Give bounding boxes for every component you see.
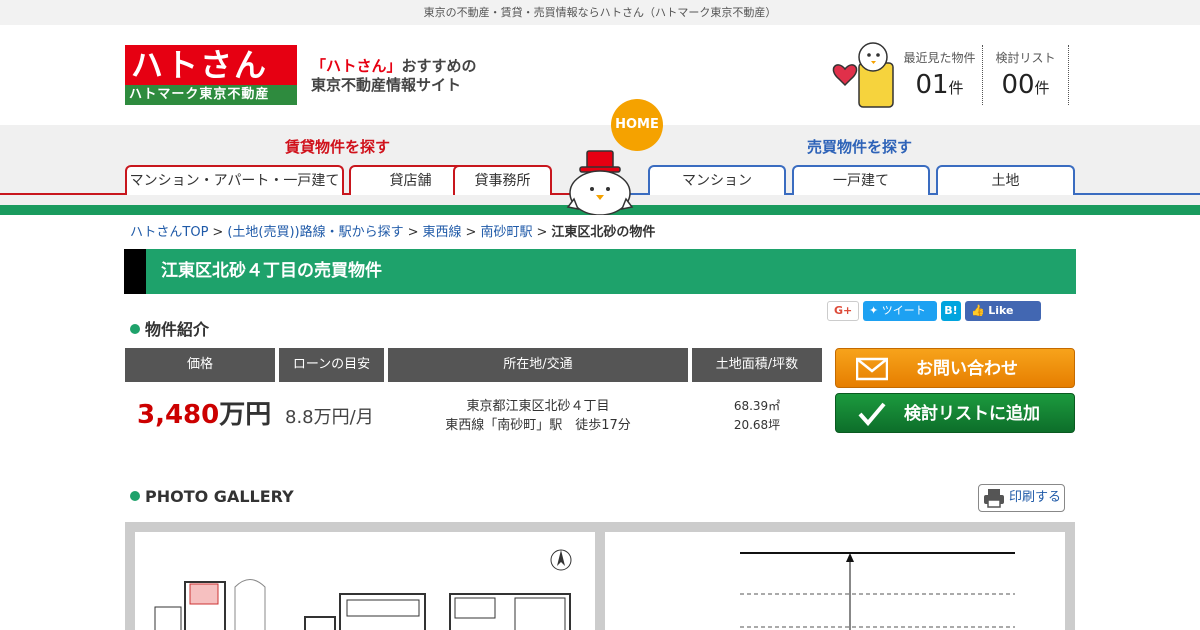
favorites-unit: 件 <box>1034 79 1050 97</box>
sale-heading: 売買物件を探す <box>807 138 913 156</box>
tweet-label: ツイート <box>881 304 926 317</box>
bullet-dot-icon <box>130 491 140 501</box>
breadcrumb-current: 江東区北砂の物件 <box>551 225 656 240</box>
rent-heading: 賃貸物件を探す <box>285 138 391 156</box>
breadcrumb-separator: > <box>212 225 224 240</box>
land-survey-image[interactable] <box>605 532 1065 630</box>
station-access: 東西線「南砂町」駅 徒歩17分 <box>445 418 631 433</box>
gallery-section-title: PHOTO GALLERY <box>130 487 294 506</box>
printer-icon <box>984 489 1004 508</box>
header-location: 所在地/交通 <box>388 348 688 382</box>
photo-gallery <box>125 522 1075 630</box>
breadcrumb-station[interactable]: 南砂町駅 <box>480 225 532 240</box>
checkmark-icon <box>858 402 886 426</box>
logo-main: ハトさん <box>125 45 297 85</box>
page-title: 江東区北砂４丁目の売買物件 <box>161 261 382 281</box>
hatena-bookmark-button[interactable]: B! <box>941 301 961 321</box>
area-m2: 68.39㎡ <box>733 399 781 413</box>
tab-rent-office[interactable]: 貸事務所 <box>453 165 552 195</box>
add-to-list-label: 検討リストに追加 <box>904 404 1040 424</box>
print-label: 印刷する <box>1009 490 1062 505</box>
recent-viewed-value: 01 <box>915 70 949 100</box>
price-number: 3,480 <box>137 400 220 430</box>
logo-sub: ハトマーク東京不動産 <box>125 85 297 105</box>
twitter-bird-icon: ✦ <box>869 304 882 317</box>
breadcrumb-separator: > <box>407 225 419 240</box>
recent-viewed-unit: 件 <box>948 79 964 97</box>
mascot-heart-icon <box>832 42 894 108</box>
add-to-list-button[interactable]: 検討リストに追加 <box>835 393 1075 433</box>
tagline-quote: 「ハトさん」 <box>311 57 402 75</box>
recent-viewed-counter[interactable]: 最近見た物件 01件 <box>897 45 983 105</box>
like-label: Like <box>988 304 1014 317</box>
breadcrumb-separator: > <box>465 225 477 240</box>
breadcrumb-top[interactable]: ハトさんTOP <box>130 225 208 240</box>
tab-sale-land[interactable]: 土地 <box>936 165 1075 195</box>
inquiry-button[interactable]: お問い合わせ <box>835 348 1075 388</box>
tab-rent-residential[interactable]: マンション・アパート・一戸建て <box>125 165 344 195</box>
tagline-line1: おすすめの <box>401 57 477 75</box>
price-unit: 万円 <box>219 400 272 430</box>
header-loan: ローンの目安 <box>279 348 384 382</box>
tagline-line2: 東京不動産情報サイト <box>311 76 462 94</box>
location-access: 東京都江東区北砂４丁目 東西線「南砂町」駅 徒歩17分 <box>388 397 688 435</box>
main-navigation: 賃貸物件を探す 売買物件を探す マンション・アパート・一戸建て 貸店舗 貸事務所… <box>0 99 1200 215</box>
home-mascot-icon[interactable] <box>562 149 638 215</box>
property-section-title: 物件紹介 <box>130 316 209 340</box>
tab-sale-mansion[interactable]: マンション <box>648 165 786 195</box>
site-logo[interactable]: ハトさん ハトマーク東京不動産 <box>125 45 297 105</box>
social-buttons: G+ ✦ ツイート B! 👍 Like 1.1K <box>827 301 1041 337</box>
loan-estimate: 8.8万円/月 <box>285 407 374 428</box>
breadcrumb-line-search[interactable]: (土地(売買))路線・駅から探す <box>227 225 403 240</box>
recent-viewed-label: 最近見た物件 <box>903 51 976 65</box>
main-content: G+ ✦ ツイート B! 👍 Like 1.1K 物件紹介 価格 ローンの目安 … <box>125 294 1075 630</box>
property-section-label: 物件紹介 <box>145 320 210 339</box>
favorites-label: 検討リスト <box>995 51 1056 65</box>
inquiry-label: お問い合わせ <box>916 359 1018 379</box>
like-count: 1.1K <box>971 324 996 337</box>
envelope-icon <box>856 357 888 381</box>
header: ハトさん ハトマーク東京不動産 「ハトさん」おすすめの 東京不動産情報サイト 最… <box>125 25 1075 125</box>
print-button[interactable]: 印刷する <box>978 484 1065 512</box>
breadcrumb-line[interactable]: 東西線 <box>423 225 462 240</box>
header-area: 土地面積/坪数 <box>692 348 822 382</box>
breadcrumb-separator: > <box>536 225 548 240</box>
breadcrumb: ハトさんTOP > (土地(売買))路線・駅から探す > 東西線 > 南砂町駅 > 江東区北砂の… <box>125 215 1075 249</box>
page-title-bar: 江東区北砂４丁目の売買物件 <box>124 249 1076 294</box>
area-tsubo: 20.68坪 <box>733 418 781 432</box>
facebook-like-button[interactable]: 👍 Like 1.1K <box>965 301 1041 337</box>
thumbs-up-icon: 👍 <box>971 304 985 317</box>
floor-plan-drawing <box>154 549 572 630</box>
tweet-button[interactable]: ✦ ツイート <box>863 301 937 321</box>
site-description: 東京の不動産・賃貸・売買情報ならハトさん（ハトマーク東京不動産） <box>0 0 1200 25</box>
tagline: 「ハトさん」おすすめの 東京不動産情報サイト <box>311 57 476 95</box>
google-plus-button[interactable]: G+ <box>827 301 859 321</box>
land-area: 68.39㎡ 20.68坪 <box>692 397 822 435</box>
favorites-counter[interactable]: 検討リスト 00件 <box>983 45 1069 105</box>
bullet-dot-icon <box>130 324 140 334</box>
land-survey-drawing <box>740 552 1015 630</box>
tab-sale-house[interactable]: 一戸建て <box>792 165 930 195</box>
gallery-title: PHOTO GALLERY <box>145 487 294 506</box>
home-button[interactable]: HOME <box>611 99 663 151</box>
header-price: 価格 <box>125 348 275 382</box>
floor-plan-image[interactable] <box>135 532 595 630</box>
favorites-value: 00 <box>1001 70 1035 100</box>
address: 東京都江東区北砂４丁目 <box>466 399 610 414</box>
price-value: 3,480万円 <box>137 394 271 431</box>
title-accent <box>124 249 146 294</box>
